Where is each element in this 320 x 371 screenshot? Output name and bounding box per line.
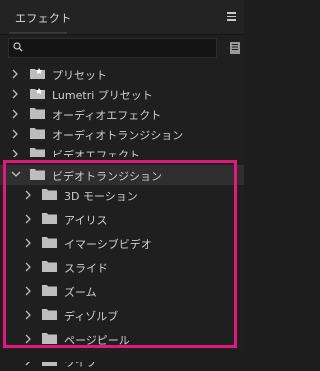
chevron-right-icon[interactable] [25, 334, 32, 344]
new-bin-icon[interactable] [228, 40, 242, 56]
tree-item-video-effects[interactable]: ビデオエフェクト [0, 144, 244, 157]
chevron-right-icon[interactable] [25, 286, 32, 296]
folder-icon [42, 261, 57, 272]
search-input[interactable] [27, 40, 212, 56]
tree-item-label: ページピール [64, 334, 130, 347]
tree-item-label: スライド [64, 262, 108, 275]
chevron-right-icon[interactable] [25, 238, 32, 248]
folder-icon [30, 128, 45, 139]
tree-item-label: 3D モーション [64, 190, 138, 203]
tree-item-label: イマーシブビデオ [64, 238, 152, 251]
chevron-right-icon[interactable] [12, 89, 19, 99]
tree-item-presets[interactable]: プリセット [0, 64, 244, 84]
tree-item-label: プリセット [52, 69, 107, 82]
panel-header: エフェクト [0, 0, 244, 35]
chevron-right-icon[interactable] [25, 262, 32, 272]
effects-panel: エフェクト プリセット Lumetri プリセット オーディオエフェクト オーデ… [0, 0, 244, 369]
tree-item-video-transitions[interactable]: ビデオトランジション [0, 165, 244, 185]
panel-title: エフェクト [15, 12, 72, 25]
folder-icon [30, 169, 45, 180]
chevron-right-icon[interactable] [12, 149, 19, 157]
tree-item-lumetri-presets[interactable]: Lumetri プリセット [0, 84, 244, 104]
tree-subitem-slide[interactable]: スライド [0, 257, 244, 277]
chevron-right-icon[interactable] [25, 190, 32, 200]
folder-icon [30, 148, 45, 157]
tree-subitem-zoom[interactable]: ズーム [0, 281, 244, 301]
tree-item-label: ディゾルブ [64, 310, 119, 323]
tree-item-label: ビデオエフェクト [52, 149, 140, 157]
tree-item-label: ズーム [64, 286, 97, 299]
panel-title-underline [9, 32, 67, 34]
tree-item-label: オーディオトランジション [52, 129, 184, 142]
tree-item-label: オーディオエフェクト [52, 109, 162, 122]
tree-subitem-iris[interactable]: アイリス [0, 209, 244, 229]
tree-item-label: アイリス [64, 214, 108, 227]
panel-footer [0, 350, 244, 362]
chevron-right-icon[interactable] [12, 129, 19, 139]
tree-subitem-immersive-video[interactable]: イマーシブビデオ [0, 233, 244, 253]
search-field [8, 38, 217, 58]
hamburger-menu-icon[interactable] [227, 12, 236, 21]
chevron-right-icon[interactable] [25, 214, 32, 224]
folder-icon [42, 189, 57, 200]
tree-item-audio-effects[interactable]: オーディオエフェクト [0, 104, 244, 124]
tree-subitem-page-peel[interactable]: ページピール [0, 329, 244, 349]
folder-icon [42, 285, 57, 296]
preset-folder-icon [30, 88, 45, 99]
tree-item-label: Lumetri プリセット [52, 89, 153, 102]
folder-icon [30, 108, 45, 119]
folder-icon [42, 213, 57, 224]
tree-item-audio-transitions[interactable]: オーディオトランジション [0, 124, 244, 144]
preset-folder-icon [30, 68, 45, 79]
search-icon [13, 42, 23, 52]
folder-icon [42, 309, 57, 320]
tree-subitem-3d-motion[interactable]: 3D モーション [0, 185, 244, 205]
chevron-right-icon[interactable] [12, 69, 19, 79]
chevron-right-icon[interactable] [12, 109, 19, 119]
chevron-right-icon[interactable] [25, 310, 32, 320]
chevron-down-icon[interactable] [11, 171, 21, 178]
tree-subitem-dissolve[interactable]: ディゾルブ [0, 305, 244, 325]
tree-item-label: ビデオトランジション [52, 170, 162, 183]
folder-icon [42, 237, 57, 248]
folder-icon [42, 333, 57, 344]
